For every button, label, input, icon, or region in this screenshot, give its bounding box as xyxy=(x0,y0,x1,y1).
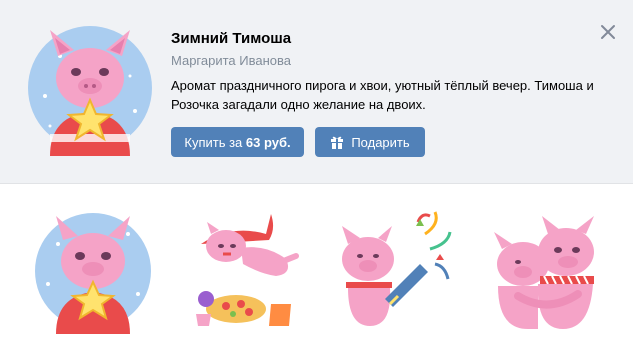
pack-description: Аромат праздничного пирога и хвои, уютны… xyxy=(171,78,594,112)
sticker-pack-header: Зимний Тимоша Маргарита Иванова Аромат п… xyxy=(0,0,633,184)
gift-icon xyxy=(331,136,344,149)
gift-button[interactable]: Подарить xyxy=(315,127,425,157)
buy-label: Купить за xyxy=(184,134,246,150)
buy-price: 63 руб. xyxy=(245,134,291,150)
pack-title: Зимний Тимоша xyxy=(171,30,292,47)
sticker-pig-flying-with-pizza[interactable] xyxy=(181,204,311,334)
pack-author[interactable]: Маргарита Иванова xyxy=(171,53,291,68)
sticker-pig-with-star[interactable] xyxy=(28,204,158,334)
close-icon[interactable] xyxy=(599,23,617,41)
gift-label: Подарить xyxy=(351,134,410,150)
sticker-pigs-hugging[interactable] xyxy=(478,204,608,334)
pack-cover-image xyxy=(28,26,152,156)
buy-button[interactable]: Купить за 63 руб. xyxy=(171,127,304,157)
sticker-pig-with-party-popper[interactable] xyxy=(330,204,460,334)
